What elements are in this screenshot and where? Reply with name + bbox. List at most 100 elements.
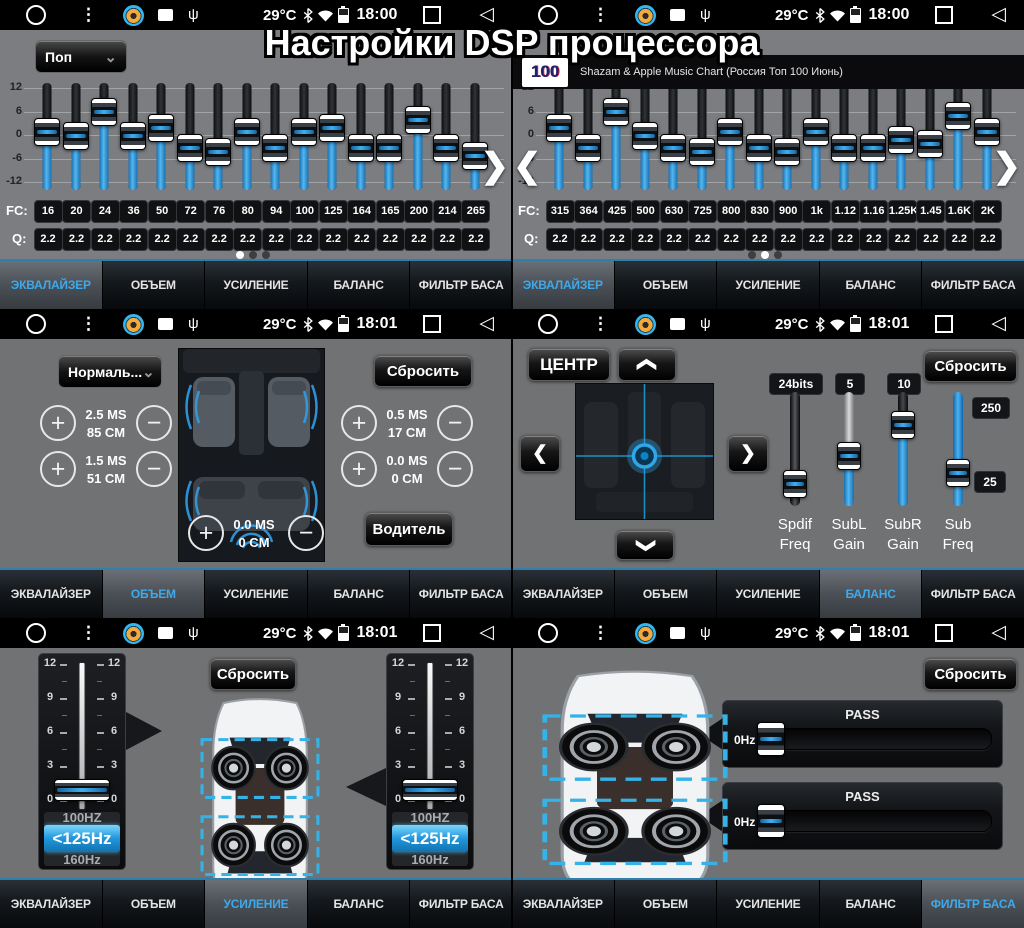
tab-bass-filter[interactable]: ФИЛЬТР БАСА bbox=[922, 880, 1024, 928]
fc-value[interactable]: 214 bbox=[433, 200, 462, 223]
slider-thumb[interactable] bbox=[891, 411, 915, 439]
filter-slider-thumb[interactable] bbox=[757, 804, 785, 838]
eq-band-slider[interactable] bbox=[802, 83, 830, 190]
balance-slider-spdif-freq[interactable] bbox=[790, 392, 800, 506]
frequency-picker[interactable]: 100HZ<125Hz160Hz bbox=[44, 812, 120, 866]
tab-volume[interactable]: ОБЪЕМ bbox=[103, 570, 206, 618]
tab-balance[interactable]: БАЛАНС bbox=[308, 261, 411, 309]
q-value[interactable]: 2.2 bbox=[262, 228, 291, 251]
q-value[interactable]: 2.2 bbox=[774, 228, 803, 251]
q-value[interactable]: 2.2 bbox=[888, 228, 917, 251]
fader-thumb[interactable] bbox=[402, 779, 458, 801]
eq-band-slider[interactable] bbox=[716, 83, 744, 190]
gain-fader-front[interactable]: 121299663300100HZ<125Hz160Hz bbox=[38, 653, 126, 870]
eq-band-slider[interactable] bbox=[773, 83, 801, 190]
eq-band-thumb[interactable] bbox=[689, 138, 715, 166]
fc-value[interactable]: 1.45 bbox=[916, 200, 945, 223]
home-button[interactable] bbox=[26, 5, 46, 25]
q-value[interactable]: 2.2 bbox=[603, 228, 632, 251]
fc-value[interactable]: 80 bbox=[233, 200, 262, 223]
dsp-app-icon[interactable] bbox=[123, 623, 144, 644]
filter-slider[interactable] bbox=[767, 810, 992, 832]
eq-band-slider[interactable] bbox=[261, 83, 289, 190]
back-button[interactable]: ◁ bbox=[991, 1, 1006, 29]
q-value[interactable]: 2.2 bbox=[376, 228, 405, 251]
q-value[interactable]: 2.2 bbox=[347, 228, 376, 251]
menu-icon[interactable]: ⋮ bbox=[80, 0, 97, 30]
gallery-icon[interactable] bbox=[670, 9, 685, 21]
q-value[interactable]: 2.2 bbox=[831, 228, 860, 251]
q-value[interactable]: 2.2 bbox=[631, 228, 660, 251]
fc-value[interactable]: 1.6K bbox=[945, 200, 974, 223]
eq-band-thumb[interactable] bbox=[546, 114, 572, 142]
slider-thumb[interactable] bbox=[783, 470, 807, 498]
tab-volume[interactable]: ОБЪЕМ bbox=[615, 880, 718, 928]
q-value[interactable]: 2.2 bbox=[461, 228, 490, 251]
eq-band-thumb[interactable] bbox=[148, 114, 174, 142]
fc-value[interactable]: 50 bbox=[148, 200, 177, 223]
eq-band-slider[interactable] bbox=[147, 83, 175, 190]
q-value[interactable]: 2.2 bbox=[802, 228, 831, 251]
fc-value[interactable]: 315 bbox=[546, 200, 575, 223]
eq-band-thumb[interactable] bbox=[660, 134, 686, 162]
q-value[interactable]: 2.2 bbox=[205, 228, 234, 251]
reset-button[interactable]: Сбросить bbox=[924, 658, 1017, 690]
fc-value[interactable]: 900 bbox=[774, 200, 803, 223]
tab-balance[interactable]: БАЛАНС bbox=[308, 570, 411, 618]
filter-slider-thumb[interactable] bbox=[757, 722, 785, 756]
tab-gain[interactable]: УСИЛЕНИЕ bbox=[205, 880, 308, 928]
back-button[interactable]: ◁ bbox=[991, 619, 1006, 647]
eq-band-slider[interactable] bbox=[204, 83, 232, 190]
eq-band-slider[interactable] bbox=[119, 83, 147, 190]
eq-band-slider[interactable] bbox=[318, 83, 346, 190]
back-button[interactable]: ◁ bbox=[479, 310, 494, 338]
slider-thumb[interactable] bbox=[837, 442, 861, 470]
fc-value[interactable]: 94 bbox=[262, 200, 291, 223]
delay-increase-rear-right[interactable]: + bbox=[341, 451, 377, 487]
delay-decrease-front-left[interactable]: − bbox=[136, 405, 172, 441]
eq-band-slider[interactable] bbox=[830, 83, 858, 190]
tab-gain[interactable]: УСИЛЕНИЕ bbox=[717, 261, 820, 309]
home-button[interactable] bbox=[538, 314, 558, 334]
eq-band-thumb[interactable] bbox=[860, 134, 886, 162]
tab-equalizer[interactable]: ЭКВАЛАЙЗЕР bbox=[512, 261, 615, 309]
fc-value[interactable]: 1.25K bbox=[888, 200, 917, 223]
eq-band-slider[interactable] bbox=[916, 83, 944, 190]
tab-balance[interactable]: БАЛАНС bbox=[820, 570, 923, 618]
eq-band-thumb[interactable] bbox=[575, 134, 601, 162]
balance-slider-sub-freq[interactable] bbox=[953, 392, 963, 506]
recents-button[interactable] bbox=[423, 315, 441, 333]
recents-button[interactable] bbox=[423, 624, 441, 642]
eq-band-slider[interactable] bbox=[375, 83, 403, 190]
menu-icon[interactable]: ⋮ bbox=[592, 0, 609, 30]
fc-value[interactable]: 100 bbox=[290, 200, 319, 223]
eq-band-slider[interactable] bbox=[944, 83, 972, 190]
eq-band-thumb[interactable] bbox=[205, 138, 231, 166]
q-value[interactable]: 2.2 bbox=[745, 228, 774, 251]
fc-value[interactable]: 165 bbox=[376, 200, 405, 223]
tab-bass-filter[interactable]: ФИЛЬТР БАСА bbox=[410, 570, 512, 618]
eq-band-slider[interactable] bbox=[602, 83, 630, 190]
eq-band-slider[interactable] bbox=[859, 83, 887, 190]
tab-equalizer[interactable]: ЭКВАЛАЙЗЕР bbox=[512, 570, 615, 618]
back-button[interactable]: ◁ bbox=[991, 310, 1006, 338]
eq-band-thumb[interactable] bbox=[291, 118, 317, 146]
eq-band-slider[interactable] bbox=[659, 83, 687, 190]
menu-icon[interactable]: ⋮ bbox=[80, 309, 97, 339]
fc-value[interactable]: 164 bbox=[347, 200, 376, 223]
eq-band-thumb[interactable] bbox=[917, 130, 943, 158]
eq-band-slider[interactable] bbox=[290, 83, 318, 190]
fc-value[interactable]: 2K bbox=[973, 200, 1002, 223]
eq-band-thumb[interactable] bbox=[262, 134, 288, 162]
balance-slider-subr-gain[interactable] bbox=[898, 392, 908, 506]
balance-slider-subl-gain[interactable] bbox=[844, 392, 854, 506]
gallery-icon[interactable] bbox=[670, 318, 685, 330]
q-value[interactable]: 2.2 bbox=[688, 228, 717, 251]
gallery-icon[interactable] bbox=[158, 627, 173, 639]
next-page-button[interactable]: ❯ bbox=[481, 146, 510, 186]
tab-gain[interactable]: УСИЛЕНИЕ bbox=[717, 880, 820, 928]
fc-value[interactable]: 364 bbox=[574, 200, 603, 223]
eq-band-slider[interactable] bbox=[432, 83, 460, 190]
eq-band-thumb[interactable] bbox=[120, 122, 146, 150]
prev-page-button[interactable]: ❮ bbox=[513, 146, 542, 186]
